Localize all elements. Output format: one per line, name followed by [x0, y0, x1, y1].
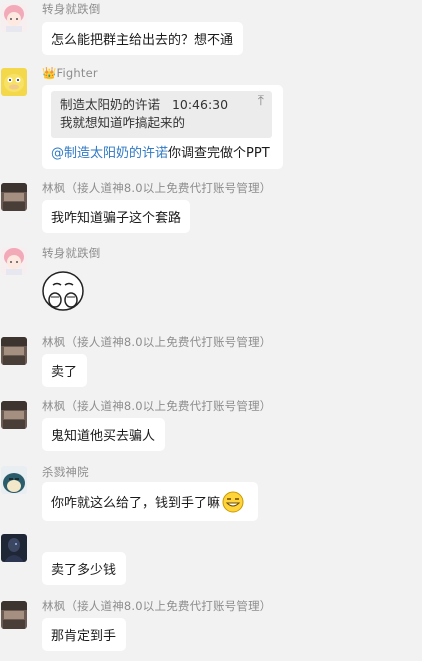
message-bubble[interactable]: 卖了	[42, 354, 87, 387]
message-bubble[interactable]: 那肯定到手	[42, 618, 126, 651]
avatar-room[interactable]	[1, 401, 27, 429]
sender-name-row[interactable]: 👑Fighter	[42, 66, 98, 80]
avatar-pink-hair[interactable]	[1, 247, 27, 275]
avatar-room[interactable]	[1, 183, 27, 211]
grin-emoji-icon	[222, 491, 244, 513]
message-bubble[interactable]: 我咋知道骗子这个套路	[42, 200, 190, 233]
message-bubble[interactable]: 你咋就这么给了，钱到手了嘛	[42, 482, 258, 521]
avatar-psyduck[interactable]	[1, 68, 27, 96]
sender-name[interactable]: 林枫（接人道神8.0以上免费代打账号管理）	[42, 180, 272, 196]
quoted-message[interactable]: 制造太阳奶的许诺 10:46:30 我就想知道咋搞起来的 ⤒	[51, 91, 272, 138]
message-bubble[interactable]: 怎么能把群主给出去的？想不通	[42, 22, 243, 55]
sender-name[interactable]: 转身就跌倒	[42, 1, 101, 17]
sender-name: Fighter	[56, 66, 98, 80]
crown-icon: 👑	[42, 66, 57, 80]
quote-author: 制造太阳奶的许诺	[60, 97, 161, 112]
avatar-room[interactable]	[1, 601, 27, 629]
quote-time: 10:46:30	[171, 97, 229, 112]
message-bubble[interactable]: 卖了多少钱	[42, 552, 126, 585]
quote-text: 我就想知道咋搞起来的	[60, 115, 186, 130]
avatar-pink-hair[interactable]	[1, 4, 27, 32]
message-text: 你咋就这么给了，钱到手了嘛	[51, 496, 221, 511]
mention-link[interactable]: @制造太阳奶的许诺	[51, 142, 168, 161]
avatar-snorlax[interactable]	[1, 466, 27, 494]
message-bubble[interactable]: 鬼知道他买去骗人	[42, 418, 165, 451]
sender-name[interactable]: 转身就跌倒	[42, 245, 101, 261]
avatar-room[interactable]	[1, 337, 27, 365]
sender-name[interactable]: 杀戮神院	[42, 464, 89, 480]
sender-name[interactable]: 林枫（接人道神8.0以上免费代打账号管理）	[42, 398, 272, 414]
jump-to-message-icon[interactable]: ⤒	[258, 93, 264, 109]
quote-header: 制造太阳奶的许诺 10:46:30	[60, 94, 228, 113]
avatar-dark-figure[interactable]	[1, 534, 27, 562]
message-text: 你调查完做个PPT	[168, 146, 270, 161]
sticker-image[interactable]	[40, 267, 86, 313]
sender-name[interactable]: 林枫（接人道神8.0以上免费代打账号管理）	[42, 334, 272, 350]
sender-name[interactable]: 林枫（接人道神8.0以上免费代打账号管理）	[42, 598, 272, 614]
